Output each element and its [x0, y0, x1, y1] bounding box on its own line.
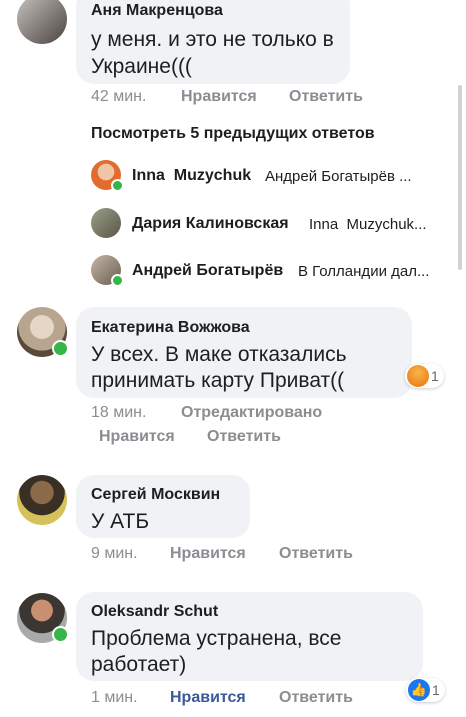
reply-author[interactable]: Дария Калиновская: [132, 215, 289, 233]
avatar-anya[interactable]: [17, 0, 67, 44]
comment-author[interactable]: Сергей Москвин: [91, 486, 220, 504]
comment-text: Проблема устранена, все: [91, 627, 342, 650]
reply-button[interactable]: Ответить: [207, 428, 281, 446]
reply-button[interactable]: Ответить: [289, 88, 363, 106]
comment-bubble: Екатерина Вожжова У всех. В маке отказал…: [76, 307, 412, 398]
reply-button[interactable]: Ответить: [279, 689, 353, 707]
like-button[interactable]: Нравится: [99, 428, 175, 446]
avatar-dariya[interactable]: [91, 208, 121, 238]
reply-row[interactable]: Андрей Богатырёв В Голландии дал...: [91, 255, 451, 287]
comment-timestamp[interactable]: 18 мин.: [91, 404, 146, 422]
angry-emoji-icon: [407, 365, 429, 387]
like-button[interactable]: Нравится: [170, 689, 246, 707]
comment-timestamp[interactable]: 42 мин.: [91, 88, 146, 106]
reply-preview: Андрей Богатырёв ...: [265, 168, 412, 185]
avatar-sergey[interactable]: [17, 475, 67, 525]
comment-timestamp[interactable]: 1 мин.: [91, 689, 138, 707]
comment-bubble: Аня Макренцова у меня. и это не только в…: [76, 0, 350, 84]
reaction-badge[interactable]: 1: [405, 364, 444, 388]
like-button[interactable]: Нравится: [170, 545, 246, 563]
like-icon: 👍: [408, 679, 430, 701]
scrollbar[interactable]: [458, 85, 462, 270]
reaction-count: 1: [432, 682, 440, 698]
online-indicator: [111, 274, 124, 287]
reply-preview: Inna Muzychuk...: [309, 216, 427, 233]
reaction-count: 1: [431, 368, 439, 384]
online-indicator: [52, 340, 69, 357]
comment-author[interactable]: Екатерина Вожжова: [91, 319, 250, 337]
online-indicator: [52, 626, 69, 643]
comment-bubble: Oleksandr Schut Проблема устранена, все …: [76, 592, 423, 681]
comment-bubble: Сергей Москвин У АТБ: [76, 475, 250, 538]
view-previous-replies-link[interactable]: Посмотреть 5 предыдущих ответов: [91, 125, 375, 143]
comment-text: У АТБ: [91, 510, 150, 533]
reply-author[interactable]: Андрей Богатырёв: [132, 262, 283, 280]
like-button[interactable]: Нравится: [181, 88, 257, 106]
comment-author[interactable]: Аня Макренцова: [91, 2, 223, 20]
reaction-badge[interactable]: 👍 1: [406, 678, 445, 702]
edited-label[interactable]: Отредактировано: [181, 404, 322, 422]
comment-text: У всех. В маке отказались: [91, 343, 347, 366]
comment-text: Украине(((: [91, 55, 192, 78]
comment-text: работает): [91, 653, 187, 676]
comment-text: у меня. и это не только в: [91, 28, 334, 51]
reply-row[interactable]: Дария Калиновская Inna Muzychuk...: [91, 208, 451, 240]
reply-button[interactable]: Ответить: [279, 545, 353, 563]
reply-preview: В Голландии дал...: [298, 263, 430, 280]
comment-timestamp[interactable]: 9 мин.: [91, 545, 138, 563]
comment-author[interactable]: Oleksandr Schut: [91, 603, 218, 621]
comment-text: принимать карту Приват((: [91, 369, 345, 392]
reply-row[interactable]: Inna Muzychuk Андрей Богатырёв ...: [91, 160, 451, 192]
online-indicator: [111, 179, 124, 192]
reply-author[interactable]: Inna Muzychuk: [132, 167, 251, 185]
